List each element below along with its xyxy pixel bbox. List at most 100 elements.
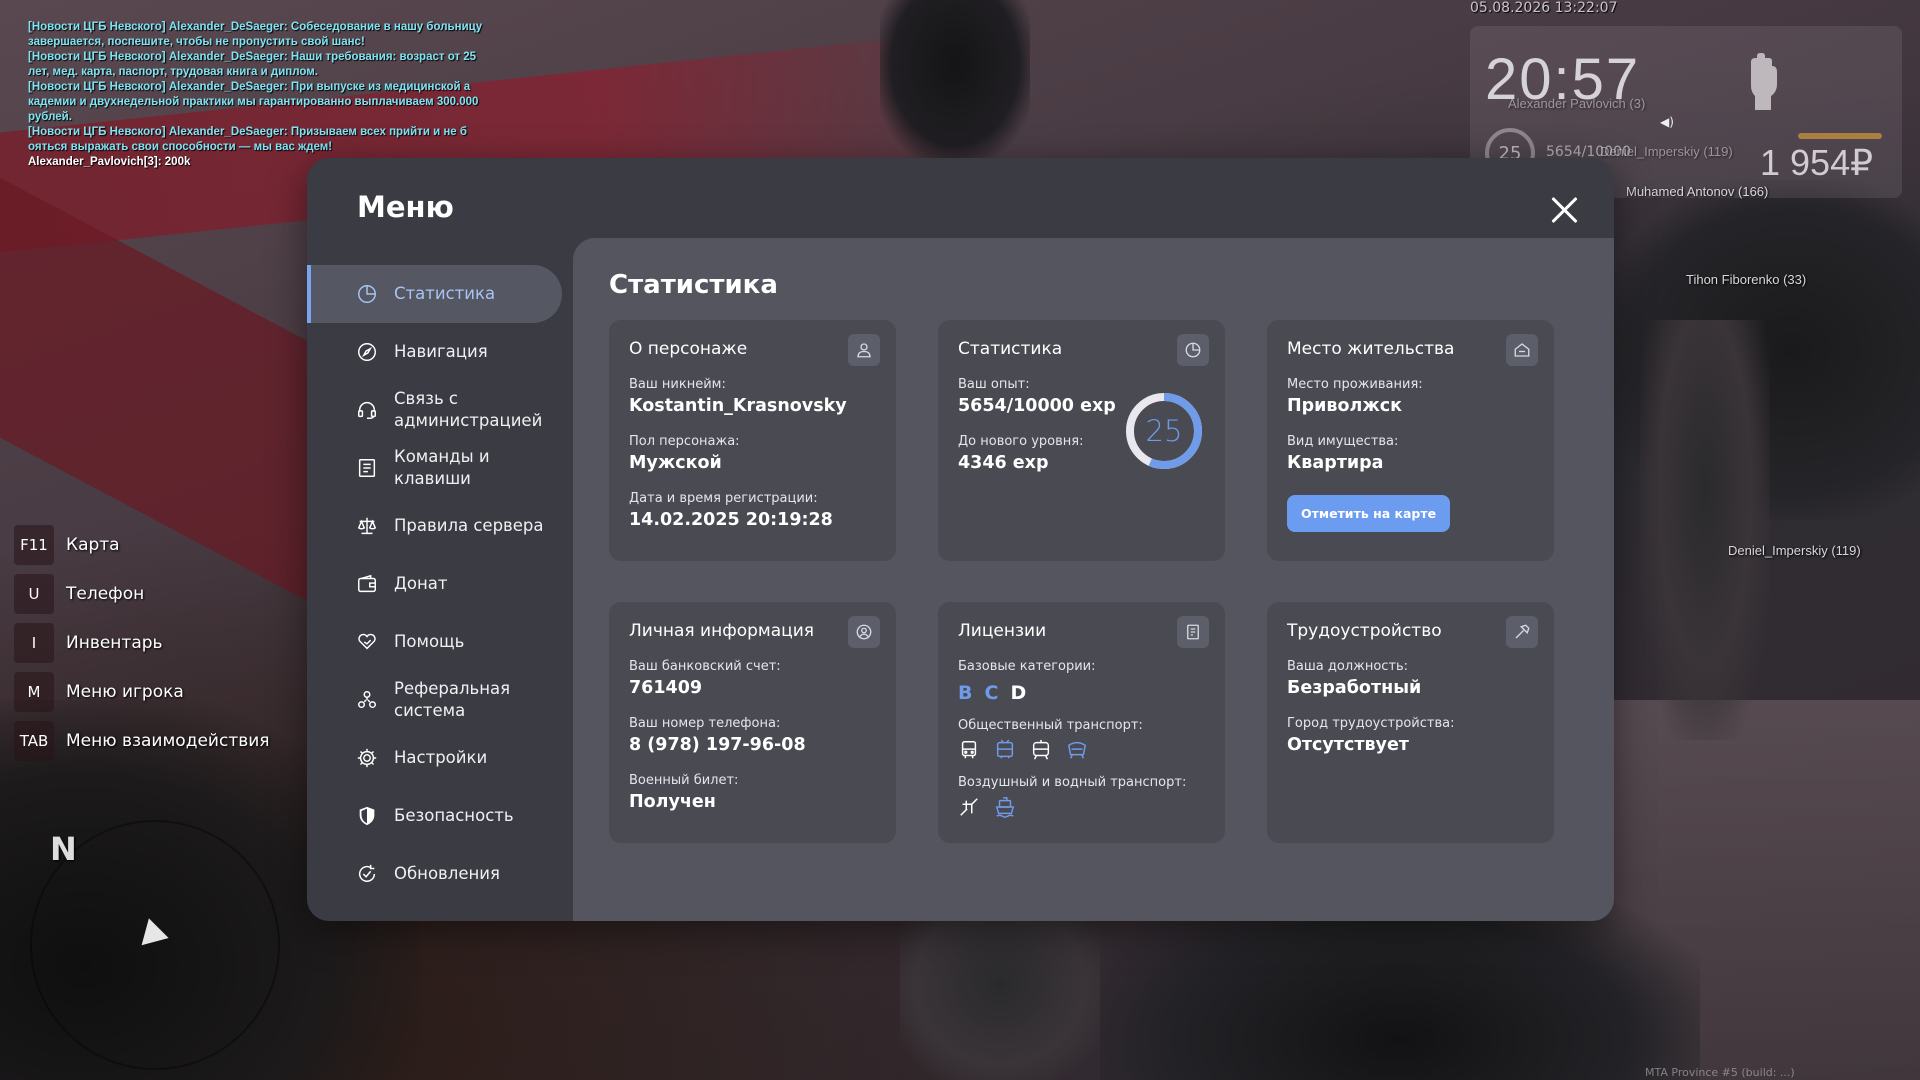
helping-hand-icon — [356, 631, 378, 653]
card-title: Лицензии — [958, 621, 1047, 641]
player-nametag: Alexander Pavlovich (3) — [1508, 96, 1646, 111]
sidebar-item-label: Навигация — [394, 342, 488, 361]
residence-card: Место жительства Место проживания: Приво… — [1267, 320, 1554, 561]
chat-line: [Новости ЦГБ Невского] Alexander_DeSaege… — [28, 126, 467, 138]
hotkey-key: M — [14, 671, 54, 712]
hotkey-key: U — [14, 573, 54, 614]
version-label: MTA Province #5 (build: ...) — [1645, 1066, 1795, 1079]
hotkey-phone[interactable]: U Телефон — [14, 569, 270, 618]
card-title: Личная информация — [629, 621, 815, 641]
sidebar-item-commands[interactable]: Команды и клавиши — [307, 439, 565, 497]
job-city-value: Отсутствует — [1287, 735, 1409, 755]
air-water-transport-label: Воздушный и водный транспорт: — [958, 775, 1187, 790]
base-categories-label: Базовые категории: — [958, 659, 1096, 674]
license-category-c: C — [984, 682, 999, 704]
hotkey-map[interactable]: F11 Карта — [14, 520, 270, 569]
sidebar-item-referral[interactable]: Реферальная система — [307, 671, 565, 729]
background-character — [880, 0, 1030, 160]
hotkey-interaction-menu[interactable]: TAB Меню взаимодействия — [14, 716, 270, 765]
public-transport-icons — [958, 739, 1205, 761]
hotkey-key: F11 — [14, 524, 54, 565]
property-type-value: Квартира — [1287, 453, 1384, 473]
page-title: Статистика — [609, 270, 778, 300]
chart-pie-icon — [1177, 334, 1209, 366]
position-value: Безработный — [1287, 678, 1422, 698]
close-button[interactable] — [1547, 193, 1581, 227]
player-menu-window: Меню Статистика Навигация Связь с админи… — [307, 158, 1614, 921]
personal-info-card: Личная информация Ваш банковский счет: 7… — [609, 602, 896, 843]
residence-place-label: Место проживания: — [1287, 377, 1423, 392]
chat-line: [Новости ЦГБ Невского] Alexander_DeSaege… — [28, 81, 471, 93]
sidebar-item-statistics[interactable]: Статистика — [307, 265, 562, 323]
sidebar-item-navigation[interactable]: Навигация — [307, 323, 565, 381]
scales-icon — [356, 515, 378, 537]
military-id-label: Военный билет: — [629, 773, 739, 788]
license-category-d: D — [1010, 682, 1027, 704]
airplane-icon — [958, 796, 980, 818]
position-label: Ваша должность: — [1287, 659, 1409, 674]
nickname-value: Kostantin_Krasnovsky — [629, 396, 847, 416]
phone-label: Ваш номер телефона: — [629, 716, 781, 731]
registration-value: 14.02.2025 20:19:28 — [629, 510, 833, 530]
sidebar-item-security[interactable]: Безопасность — [307, 787, 565, 845]
license-category-b: B — [958, 682, 973, 704]
speaker-icon: ◀) — [1660, 115, 1674, 129]
sidebar-item-label: Помощь — [394, 632, 465, 651]
hud-money: 1 954₽ — [1760, 142, 1873, 183]
hotkey-key: TAB — [14, 720, 54, 761]
house-icon — [1506, 334, 1538, 366]
sidebar-item-donate[interactable]: Донат — [307, 555, 565, 613]
card-title: О персонаже — [629, 339, 748, 359]
chat-line: [Новости ЦГБ Невского] Alexander_DeSaege… — [28, 21, 483, 33]
sidebar-item-help[interactable]: Помощь — [307, 613, 565, 671]
chat-line: кадемии и двухнедельной практики мы гара… — [28, 96, 479, 108]
menu-title: Меню — [357, 190, 454, 224]
phone-value: 8 (978) 197-96-08 — [629, 735, 806, 755]
hud-health-bar — [1798, 133, 1882, 139]
sidebar-item-label: Реферальная система — [394, 679, 511, 720]
bank-account-label: Ваш банковский счет: — [629, 659, 781, 674]
compass-icon — [356, 341, 378, 363]
hotkey-inventory[interactable]: I Инвентарь — [14, 618, 270, 667]
sidebar-item-updates[interactable]: Обновления — [307, 845, 565, 903]
gear-icon — [356, 747, 378, 769]
hotkey-label: Карта — [66, 534, 120, 555]
hotkey-label: Меню игрока — [66, 681, 184, 702]
license-doc-icon — [1177, 616, 1209, 648]
stats-card: Статистика Ваш опыт: 5654/10000 exp До н… — [938, 320, 1225, 561]
registration-label: Дата и время регистрации: — [629, 491, 818, 506]
air-water-transport-icons — [958, 796, 1205, 818]
people-icon — [356, 689, 378, 711]
background-character — [1640, 320, 1770, 740]
chart-pie-icon — [356, 283, 378, 305]
sidebar-item-rules[interactable]: Правила сервера — [307, 497, 565, 555]
chat-line: ояться выражать свои способности — мы ва… — [28, 141, 333, 153]
hotkey-label: Меню взаимодействия — [66, 730, 270, 751]
trolleybus-icon — [994, 739, 1016, 761]
user-circle-icon — [848, 616, 880, 648]
document-icon — [356, 457, 378, 479]
chat-line: [Новости ЦГБ Невского] Alexander_DeSaege… — [28, 51, 477, 63]
sidebar-item-label: Обновления — [394, 864, 500, 883]
sidebar-item-settings[interactable]: Настройки — [307, 729, 565, 787]
public-transport-label: Общественный транспорт: — [958, 718, 1143, 733]
mark-on-map-button[interactable]: Отметить на карте — [1287, 495, 1451, 532]
sidebar-item-label: Настройки — [394, 748, 488, 767]
hotkey-label: Телефон — [66, 583, 145, 604]
user-icon — [848, 334, 880, 366]
wallet-icon — [356, 573, 378, 595]
sidebar-item-label: Правила сервера — [394, 516, 544, 535]
level-value: 25 — [1145, 414, 1183, 448]
boat-icon — [994, 796, 1016, 818]
sidebar-item-admin-contact[interactable]: Связь с администрацией — [307, 381, 565, 439]
gender-value: Мужской — [629, 453, 722, 473]
property-type-label: Вид имущества: — [1287, 434, 1399, 449]
player-nametag: Deniel_Imperskiy (119) — [1728, 543, 1861, 558]
hotkey-player-menu[interactable]: M Меню игрока — [14, 667, 270, 716]
hotkey-label: Инвентарь — [66, 632, 163, 653]
refresh-check-icon — [356, 863, 378, 885]
player-nametag: Deniel_Imperskiy (119) — [1600, 144, 1733, 159]
gender-label: Пол персонажа: — [629, 434, 740, 449]
chat-line: рублей. — [28, 111, 72, 123]
employment-card: Трудоустройство Ваша должность: Безработ… — [1267, 602, 1554, 843]
